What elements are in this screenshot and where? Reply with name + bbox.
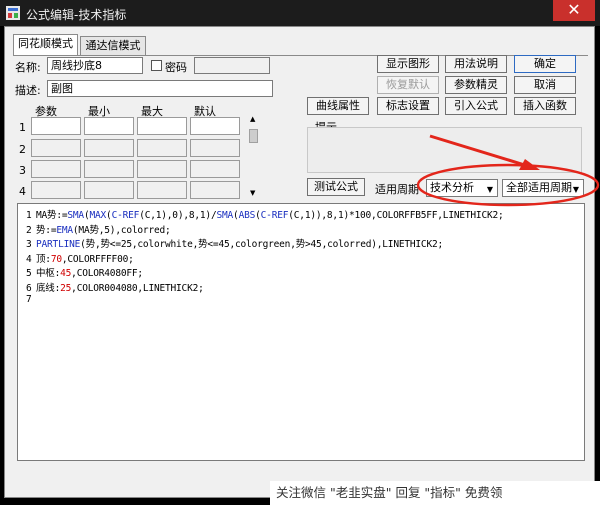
annotation-ellipse xyxy=(416,163,600,207)
annotation-arrowhead xyxy=(519,159,540,170)
watermark-banner: 关注微信 "老韭实盘" 回复 "指标" 免费领 xyxy=(270,481,600,505)
annotation-arrow-line xyxy=(429,134,529,168)
annotation-overlay xyxy=(416,134,600,207)
